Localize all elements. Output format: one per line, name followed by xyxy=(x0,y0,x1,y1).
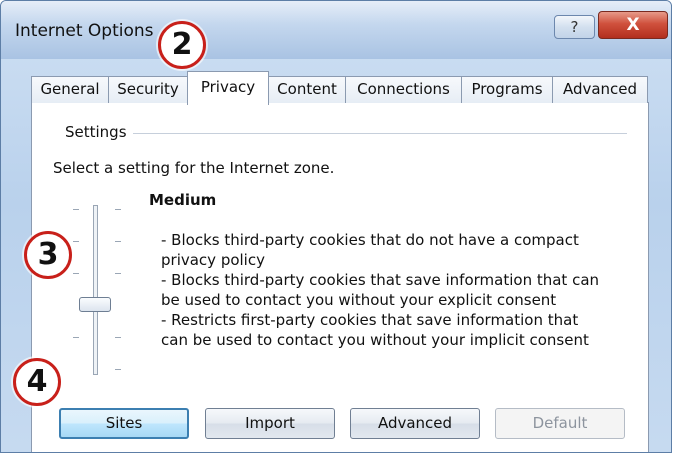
tab-programs[interactable]: Programs xyxy=(461,76,553,103)
import-button[interactable]: Import xyxy=(205,408,335,439)
window-title: Internet Options xyxy=(15,21,154,41)
slider-thumb[interactable] xyxy=(79,297,111,312)
tab-advanced[interactable]: Advanced xyxy=(552,76,648,103)
tab-content[interactable]: Content xyxy=(268,76,346,103)
internet-options-dialog: Internet Options ? X General Security Pr… xyxy=(0,0,672,453)
slider-tick xyxy=(73,337,79,338)
slider-tick xyxy=(73,273,79,274)
description-line: - Blocks third-party cookies that do not… xyxy=(161,231,579,269)
slider-tick xyxy=(115,241,121,242)
default-button[interactable]: Default xyxy=(495,408,625,439)
slider-track[interactable] xyxy=(93,205,98,375)
tab-general[interactable]: General xyxy=(31,76,109,103)
description-line: - Restricts first-party cookies that sav… xyxy=(161,311,589,349)
step-callout-3: 3 xyxy=(24,231,72,279)
advanced-button[interactable]: Advanced xyxy=(350,408,480,439)
help-button[interactable]: ? xyxy=(554,15,595,39)
settings-group-divider xyxy=(127,133,627,134)
slider-tick xyxy=(73,209,79,210)
question-mark-icon: ? xyxy=(570,18,579,36)
settings-group-label: Settings xyxy=(65,123,133,141)
step-callout-2: 2 xyxy=(158,21,206,69)
slider-tick xyxy=(115,273,121,274)
close-icon: X xyxy=(626,15,640,35)
privacy-level-description: - Blocks third-party cookies that do not… xyxy=(161,230,621,350)
slider-tick xyxy=(115,369,121,370)
slider-tick xyxy=(115,337,121,338)
sites-button[interactable]: Sites xyxy=(59,408,189,439)
description-line: - Blocks third-party cookies that save i… xyxy=(161,271,600,309)
slider-tick xyxy=(115,209,121,210)
title-bar: Internet Options ? X xyxy=(1,1,671,59)
step-callout-4: 4 xyxy=(13,358,61,406)
zone-instruction: Select a setting for the Internet zone. xyxy=(53,159,335,177)
tab-strip: General Security Privacy Content Connect… xyxy=(31,71,651,105)
tab-security[interactable]: Security xyxy=(108,76,188,103)
privacy-level-name: Medium xyxy=(149,191,217,209)
tab-connections[interactable]: Connections xyxy=(345,76,462,103)
tab-privacy[interactable]: Privacy xyxy=(187,71,269,105)
close-button[interactable]: X xyxy=(598,11,668,39)
slider-tick xyxy=(73,241,79,242)
